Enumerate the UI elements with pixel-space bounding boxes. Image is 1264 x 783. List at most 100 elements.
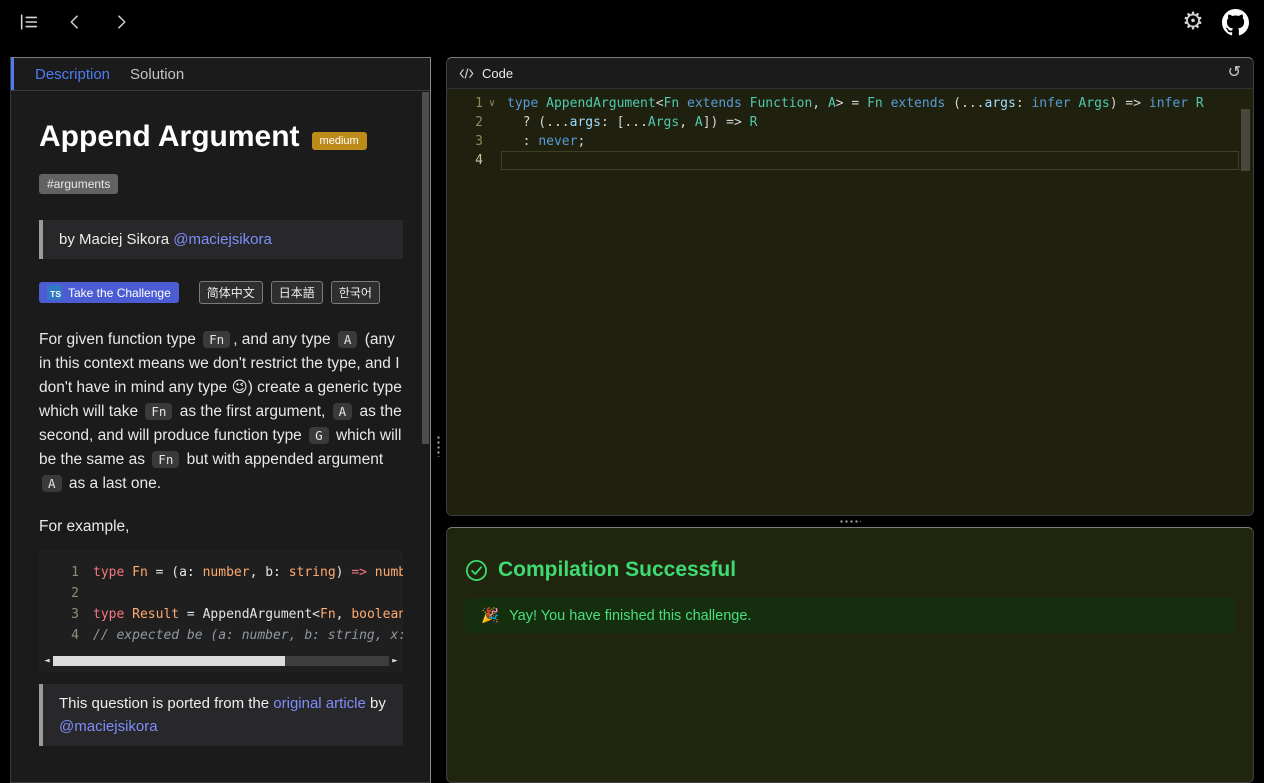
actions-row: TS Take the Challenge 简体中文 日本語 한국어 <box>39 281 403 304</box>
line-content <box>93 583 403 604</box>
sidebar-toggle-button[interactable] <box>12 5 46 39</box>
code-editor[interactable]: 1 ∨ type AppendArgument<Fn extends Functio… <box>447 89 1253 515</box>
github-button[interactable] <box>1218 5 1252 39</box>
compilation-status: Compilation Successful <box>465 558 1235 582</box>
line-content: : never; <box>507 134 586 149</box>
title-row: Append Argument medium <box>39 120 403 154</box>
code-line: 2 ? (...args: [...Args, A]) => R <box>447 113 1253 132</box>
success-message: Yay! You have finished this challenge. <box>509 607 752 624</box>
fold-gutter <box>79 562 93 583</box>
fold-gutter <box>483 132 501 151</box>
topic-tag: #arguments <box>39 174 119 194</box>
reset-button[interactable]: ↺ <box>1228 65 1241 81</box>
code-line: 3 : never; <box>447 132 1253 151</box>
line-content: // expected be (a: number, b: string, x:… <box>93 628 403 643</box>
scrollbar-track[interactable] <box>53 656 389 666</box>
inline-link[interactable]: original article <box>273 695 366 712</box>
inline-code: Fn <box>145 403 173 420</box>
chevron-right-icon <box>118 15 126 29</box>
inline-code: A <box>337 331 358 348</box>
topbar-right-group: ⚙ <box>1176 5 1252 39</box>
challenge-description: For given function type Fn, and any type… <box>39 328 403 496</box>
line-number: 2 <box>71 586 79 601</box>
example-code-lines: 1 type Fn = (a: number, b: string) => num… <box>39 562 403 646</box>
difficulty-badge: medium <box>311 132 367 150</box>
lang-button-ko[interactable]: 한국어 <box>330 281 380 304</box>
typescript-logo-icon: TS <box>47 285 62 300</box>
code-line: 2 <box>39 583 403 604</box>
inline-code: Fn <box>203 331 231 348</box>
github-icon <box>1221 8 1249 35</box>
inline-code: A <box>42 475 62 492</box>
tab-description[interactable]: Description <box>25 58 120 90</box>
scroll-left-arrow-icon[interactable]: ◄ <box>41 656 53 666</box>
splitter-grip-icon <box>839 519 861 524</box>
scroll-right-arrow-icon[interactable]: ► <box>389 656 401 666</box>
topbar: ⚙ <box>0 0 1264 44</box>
forward-button[interactable] <box>104 5 138 39</box>
text-segment: as a last one. <box>64 475 162 492</box>
text-segment: by <box>365 695 386 712</box>
text-segment: but with appended argument <box>182 451 384 468</box>
code-line: 1 ∨ type AppendArgument<Fn extends Functio… <box>447 94 1253 113</box>
horizontal-splitter[interactable] <box>446 516 1254 527</box>
fold-chevron-icon[interactable]: ∨ <box>483 94 501 113</box>
code-panel: Code ↺ 1 ∨ type AppendArgument<Fn extends … <box>446 57 1254 516</box>
line-number: 2 <box>475 115 483 130</box>
line-content: ? (...args: [...Args, A]) => R <box>507 115 758 130</box>
fold-gutter <box>483 113 501 132</box>
panel-toggle-icon <box>20 14 38 30</box>
line-content: type AppendArgument<Fn extends Function,… <box>507 96 1204 111</box>
inline-code: Fn <box>152 451 180 468</box>
example-code-block: 1 type Fn = (a: number, b: string) => num… <box>39 550 403 672</box>
fold-gutter <box>79 625 93 646</box>
text-segment: 😉 <box>231 379 248 396</box>
editor-scrollbar-thumb[interactable] <box>1241 109 1250 171</box>
author-quote: by Maciej Sikora @maciejsikora <box>39 220 403 259</box>
code-line: 3 type Result = AppendArgument<Fn, boolea… <box>39 604 403 625</box>
fold-gutter <box>79 604 93 625</box>
inline-code: A <box>332 403 353 420</box>
splitter-grip-icon <box>436 435 441 457</box>
description-panel: Description Solution Append Argument med… <box>10 57 431 783</box>
tab-solution[interactable]: Solution <box>120 58 194 90</box>
active-tab-indicator <box>11 58 14 90</box>
take-challenge-button[interactable]: TS Take the Challenge <box>39 282 179 303</box>
code-line: 4 // expected be (a: number, b: string, x… <box>39 625 403 646</box>
lang-button-ja[interactable]: 日本語 <box>270 281 323 304</box>
ported-note-quote: This question is ported from the origina… <box>39 684 403 746</box>
lang-button-zh-hans[interactable]: 简体中文 <box>198 281 263 304</box>
success-banner: 🎉 Yay! You have finished this challenge. <box>465 598 1235 633</box>
text-segment: This question is ported from the <box>59 695 274 712</box>
code-panel-header: Code ↺ <box>447 58 1253 89</box>
scrollbar-thumb[interactable] <box>53 656 285 666</box>
code-line: 4 <box>447 151 1253 170</box>
text-segment: For given function type <box>39 331 201 348</box>
line-content: type Result = AppendArgument<Fn, boolean… <box>93 607 403 622</box>
gear-icon: ⚙ <box>1182 8 1204 35</box>
horizontal-scrollbar[interactable]: ◄ ► <box>41 656 401 666</box>
code-panel-title: Code <box>482 65 514 81</box>
text-segment: , and any type <box>233 331 335 348</box>
description-scrollbar-thumb[interactable] <box>422 92 429 444</box>
line-content: type Fn = (a: number, b: string) => numb… <box>93 565 403 580</box>
line-number: 3 <box>71 607 79 622</box>
topbar-left-group <box>12 5 138 39</box>
description-content: Append Argument medium #arguments by Mac… <box>11 92 421 782</box>
party-emoji: 🎉 <box>481 608 500 624</box>
line-number: 1 <box>475 96 483 111</box>
line-number: 4 <box>475 153 483 168</box>
description-scrollbar[interactable] <box>421 92 430 782</box>
chevron-left-icon <box>70 15 78 29</box>
back-button[interactable] <box>58 5 92 39</box>
inline-link[interactable]: @maciejsikora <box>59 718 158 735</box>
line-number: 3 <box>475 134 483 149</box>
settings-button[interactable]: ⚙ <box>1176 5 1210 39</box>
check-circle-icon <box>465 559 488 581</box>
line-content <box>501 151 1239 170</box>
inline-code: G <box>309 427 329 444</box>
vertical-splitter[interactable] <box>432 57 446 783</box>
fold-gutter <box>79 583 93 604</box>
line-number: 4 <box>71 628 79 643</box>
inline-link[interactable]: @maciejsikora <box>173 231 272 248</box>
